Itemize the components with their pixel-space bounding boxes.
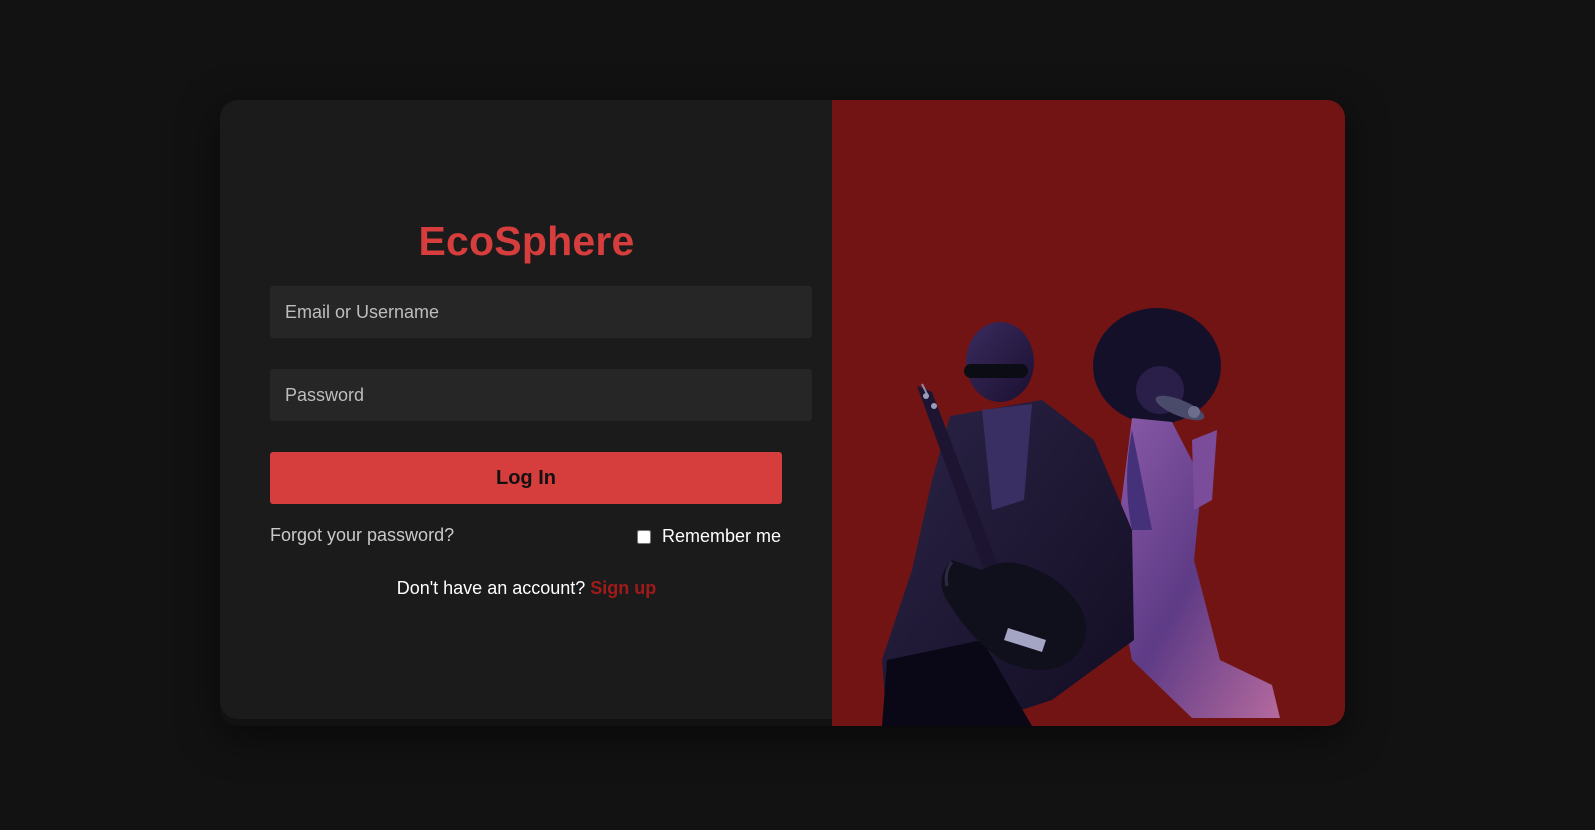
musicians-photo — [882, 308, 1280, 726]
signup-row: Don't have an account? Sign up — [220, 578, 833, 599]
email-input[interactable] — [270, 286, 812, 338]
remember-me[interactable]: Remember me — [637, 526, 781, 547]
login-button[interactable]: Log In — [270, 452, 782, 504]
remember-me-checkbox[interactable] — [637, 529, 651, 544]
signup-prompt: Don't have an account? — [396, 578, 586, 598]
login-card: EcoSphere Log In Forgot your password? R… — [220, 100, 1345, 726]
image-panel — [832, 100, 1345, 726]
password-input[interactable] — [270, 369, 812, 421]
brand-title: EcoSphere — [418, 218, 635, 264]
login-form-panel: EcoSphere Log In Forgot your password? R… — [220, 100, 833, 719]
forgot-password-link[interactable]: Forgot your password? — [270, 525, 454, 546]
signup-link[interactable]: Sign up — [590, 578, 656, 598]
remember-me-label: Remember me — [662, 526, 782, 546]
